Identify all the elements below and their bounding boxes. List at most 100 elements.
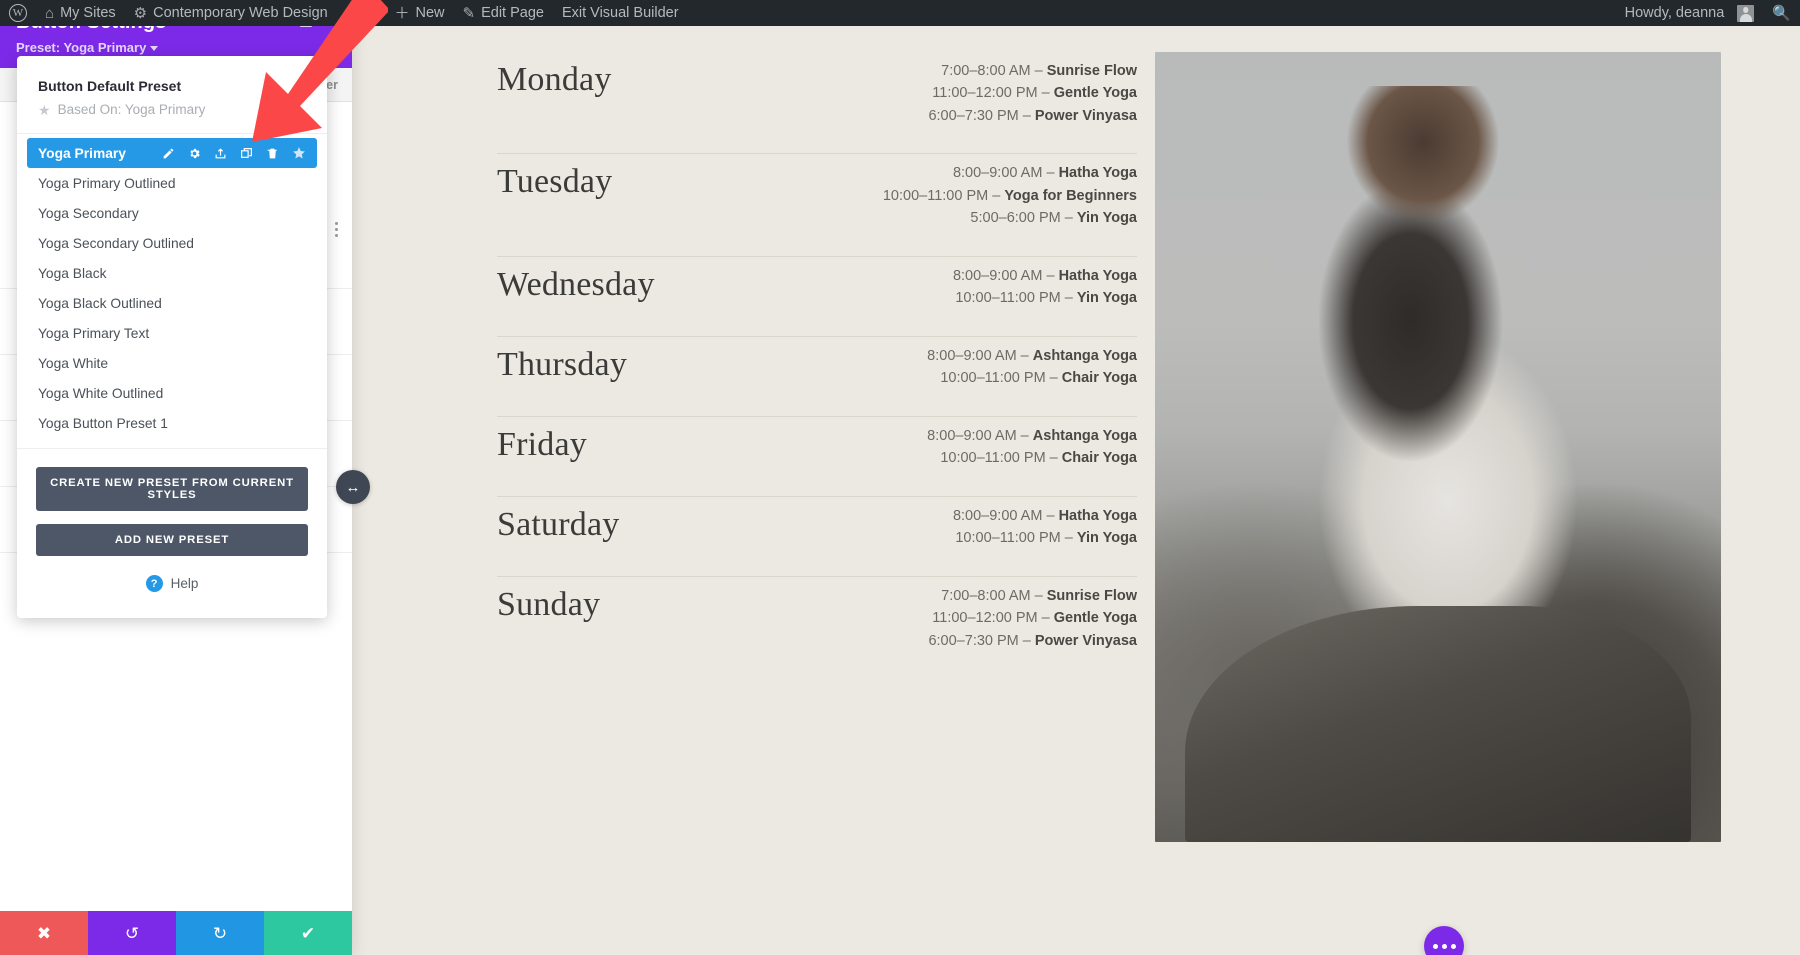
preset-item-yoga-black-outlined[interactable]: Yoga Black Outlined <box>27 288 317 318</box>
admin-bar-item-my-sites[interactable]: ⌂ My Sites <box>36 0 125 26</box>
class-sep: – <box>1017 348 1033 364</box>
class-time: 5:00–6:00 PM <box>970 210 1060 226</box>
preset-item-yoga-button-preset-1[interactable]: Yoga Button Preset 1 <box>27 408 317 438</box>
preset-item-yoga-white-outlined[interactable]: Yoga White Outlined <box>27 378 317 408</box>
more-options-fab[interactable] <box>1424 926 1464 955</box>
class-sep: – <box>1031 588 1047 604</box>
class-entry: 8:00–9:00 AM – Hatha Yoga <box>953 265 1137 287</box>
schedule-row: Wednesday 8:00–9:00 AM – Hatha Yoga 10:0… <box>497 257 1137 337</box>
dot <box>335 222 338 225</box>
screen-root: W ⌂ My Sites ⚙ Contemporary Web Design 🗩… <box>0 0 1800 955</box>
star-icon: ★ <box>38 103 51 117</box>
howdy-label: Howdy, deanna <box>1625 5 1725 21</box>
class-sep: – <box>1042 508 1058 524</box>
class-name: Hatha Yoga <box>1059 508 1137 524</box>
class-entry: 6:00–7:30 PM – Power Vinyasa <box>928 105 1137 127</box>
admin-bar-item-edit-page[interactable]: ✎ Edit Page <box>454 0 553 26</box>
class-time: 10:00–11:00 PM <box>955 290 1060 306</box>
help-link[interactable]: ? Help <box>36 569 308 604</box>
pencil-icon: ✎ <box>463 6 476 21</box>
class-name: Sunrise Flow <box>1047 588 1137 604</box>
pointer-arrow-annotation <box>228 0 388 169</box>
panel-resize-handle[interactable]: ↔ <box>336 470 370 504</box>
admin-bar-item-exit-visual-builder[interactable]: Exit Visual Builder <box>553 0 688 26</box>
resize-horizontal-icon: ↔ <box>346 479 361 496</box>
schedule-row: Tuesday 8:00–9:00 AM – Hatha Yoga 10:00–… <box>497 154 1137 256</box>
class-name: Sunrise Flow <box>1047 63 1137 79</box>
class-entry: 7:00–8:00 AM – Sunrise Flow <box>928 585 1137 607</box>
dot <box>335 234 338 237</box>
class-entry: 8:00–9:00 AM – Hatha Yoga <box>883 162 1137 184</box>
preset-item-yoga-primary-text[interactable]: Yoga Primary Text <box>27 318 317 348</box>
more-options-icon <box>1433 944 1438 949</box>
class-time: 10:00–11:00 PM <box>955 530 1060 546</box>
redo-button[interactable]: ↻ <box>176 911 264 955</box>
class-name: Hatha Yoga <box>1059 165 1137 181</box>
class-name: Yin Yoga <box>1077 210 1137 226</box>
preset-dropdown-footer: CREATE NEW PRESET FROM CURRENT STYLES AD… <box>17 453 327 610</box>
class-name: Gentle Yoga <box>1054 610 1137 626</box>
class-sep: – <box>1042 268 1058 284</box>
class-sep: – <box>1038 85 1054 101</box>
class-time: 6:00–7:30 PM <box>928 633 1018 649</box>
undo-icon: ↺ <box>125 925 139 942</box>
photo-rock <box>1185 606 1691 842</box>
class-sep: – <box>1019 633 1035 649</box>
class-entry: 7:00–8:00 AM – Sunrise Flow <box>928 60 1137 82</box>
class-time: 11:00–12:00 PM <box>932 85 1037 101</box>
schedule-row: Sunday 7:00–8:00 AM – Sunrise Flow 11:00… <box>497 577 1137 678</box>
class-sep: – <box>1061 530 1077 546</box>
preset-item-yoga-white[interactable]: Yoga White <box>27 348 317 378</box>
day-heading: Wednesday <box>497 265 655 304</box>
class-list: 8:00–9:00 AM – Ashtanga Yoga 10:00–11:00… <box>927 345 1137 390</box>
class-time: 7:00–8:00 AM <box>941 588 1031 604</box>
class-name: Hatha Yoga <box>1059 268 1137 284</box>
wordpress-logo-button[interactable]: W <box>0 0 36 26</box>
panel-row-more-icon[interactable] <box>335 222 338 237</box>
admin-bar-item-new[interactable]: ＋ New <box>385 0 453 26</box>
discard-changes-button[interactable]: ✖ <box>0 911 88 955</box>
preset-item-label: Yoga Black Outlined <box>38 296 162 311</box>
add-new-preset-button[interactable]: ADD NEW PRESET <box>36 524 308 556</box>
class-entry: 8:00–9:00 AM – Ashtanga Yoga <box>927 425 1137 447</box>
settings-gear-icon[interactable] <box>188 147 201 160</box>
class-entry: 10:00–11:00 PM – Chair Yoga <box>927 447 1137 469</box>
visual-builder-canvas: Monday 7:00–8:00 AM – Sunrise Flow 11:00… <box>352 26 1800 955</box>
class-entry: 11:00–12:00 PM – Gentle Yoga <box>928 607 1137 629</box>
class-entry: 10:00–11:00 PM – Yin Yoga <box>953 527 1137 549</box>
class-name: Ashtanga Yoga <box>1033 428 1137 444</box>
search-icon: 🔍 <box>1772 6 1791 21</box>
schedule-row: Thursday 8:00–9:00 AM – Ashtanga Yoga 10… <box>497 337 1137 417</box>
admin-bar-search-button[interactable]: 🔍 <box>1763 0 1800 26</box>
admin-bar-label: Exit Visual Builder <box>562 5 679 21</box>
class-sep: – <box>1061 210 1077 226</box>
admin-bar-label: New <box>415 5 444 21</box>
day-heading: Thursday <box>497 345 627 384</box>
preset-item-label: Yoga White Outlined <box>38 386 163 401</box>
class-name: Ashtanga Yoga <box>1033 348 1137 364</box>
export-preset-icon[interactable] <box>214 147 227 160</box>
class-list: 8:00–9:00 AM – Hatha Yoga 10:00–11:00 PM… <box>883 162 1137 229</box>
save-button[interactable]: ✔ <box>264 911 352 955</box>
class-entry: 11:00–12:00 PM – Gentle Yoga <box>928 82 1137 104</box>
preset-item-yoga-secondary[interactable]: Yoga Secondary <box>27 198 317 228</box>
admin-bar-label: Edit Page <box>481 5 544 21</box>
rename-preset-icon[interactable] <box>162 147 175 160</box>
preset-item-label: Yoga Secondary Outlined <box>38 236 194 251</box>
preset-item-yoga-black[interactable]: Yoga Black <box>27 258 317 288</box>
undo-button[interactable]: ↺ <box>88 911 176 955</box>
class-time: 6:00–7:30 PM <box>928 108 1018 124</box>
admin-bar-label: My Sites <box>60 5 116 21</box>
schedule-list: Monday 7:00–8:00 AM – Sunrise Flow 11:00… <box>497 52 1137 842</box>
class-name: Gentle Yoga <box>1054 85 1137 101</box>
help-circle-icon: ? <box>146 575 163 592</box>
class-sep: – <box>1017 428 1033 444</box>
create-new-preset-button[interactable]: CREATE NEW PRESET FROM CURRENT STYLES <box>36 467 308 511</box>
preset-item-yoga-secondary-outlined[interactable]: Yoga Secondary Outlined <box>27 228 317 258</box>
preset-item-yoga-primary-outlined[interactable]: Yoga Primary Outlined <box>27 168 317 198</box>
class-time: 7:00–8:00 AM <box>941 63 1031 79</box>
class-name: Chair Yoga <box>1062 450 1137 466</box>
class-sep: – <box>1061 290 1077 306</box>
admin-bar-account-menu[interactable]: Howdy, deanna <box>1616 0 1764 26</box>
site-icon: ⚙ <box>134 6 147 21</box>
